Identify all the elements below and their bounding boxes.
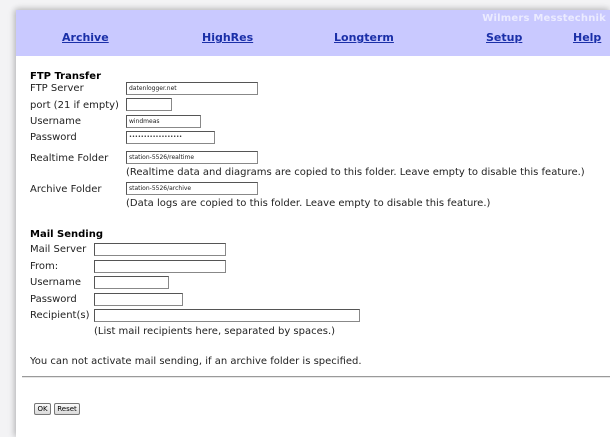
nav-archive-link[interactable]: Archive: [62, 31, 109, 44]
archive-folder-label: Archive Folder: [30, 184, 102, 195]
realtime-folder-note: (Realtime data and diagrams are copied t…: [126, 167, 585, 178]
ftp-port-label: port (21 if empty): [30, 100, 119, 111]
mail-recipients-note: (List mail recipients here, separated by…: [94, 326, 336, 337]
mail-username-label: Username: [30, 277, 81, 288]
mail-server-label: Mail Server: [30, 244, 87, 255]
ftp-server-label: FTP Server: [30, 83, 84, 94]
ok-button[interactable]: OK: [34, 403, 51, 415]
ftp-password-label: Password: [30, 132, 77, 143]
mail-password-input[interactable]: [94, 293, 183, 306]
ftp-username-input[interactable]: windmeas: [126, 115, 201, 128]
ftp-port-input[interactable]: [126, 98, 172, 111]
brand-label: Wilmers Messtechnik: [482, 13, 606, 24]
archive-folder-note: (Data logs are copied to this folder. Le…: [126, 198, 491, 209]
nav-help-link[interactable]: Help: [573, 31, 601, 44]
mail-from-label: From:: [30, 261, 59, 272]
mail-recipients-input[interactable]: [94, 309, 360, 322]
nav-setup-link[interactable]: Setup: [486, 31, 522, 44]
realtime-folder-label: Realtime Folder: [30, 153, 109, 164]
setup-page: Wilmers Messtechnik Archive HighRes Long…: [16, 10, 610, 437]
ftp-server-input[interactable]: datenlogger.net: [126, 82, 258, 95]
ftp-username-label: Username: [30, 116, 81, 127]
mail-server-input[interactable]: [94, 243, 226, 256]
nav-longterm-link[interactable]: Longterm: [334, 31, 394, 44]
ftp-transfer-title: FTP Transfer: [30, 71, 102, 82]
realtime-folder-input[interactable]: station-5526/realtime: [126, 151, 258, 164]
reset-button[interactable]: Reset: [54, 403, 80, 415]
mail-sending-title: Mail Sending: [30, 229, 104, 240]
mail-username-input[interactable]: [94, 276, 169, 289]
archive-folder-input[interactable]: station-5526/archive: [126, 182, 258, 195]
mail-password-label: Password: [30, 294, 77, 305]
ftp-password-input[interactable]: ••••••••••••••••••: [126, 131, 215, 144]
form-divider: [22, 376, 610, 378]
mail-warning-text: You can not activate mail sending, if an…: [30, 356, 362, 367]
mail-from-input[interactable]: [94, 260, 226, 273]
mail-recipients-label: Recipient(s): [30, 310, 90, 321]
navigation-bar: Wilmers Messtechnik Archive HighRes Long…: [16, 10, 610, 56]
nav-highres-link[interactable]: HighRes: [202, 31, 253, 44]
